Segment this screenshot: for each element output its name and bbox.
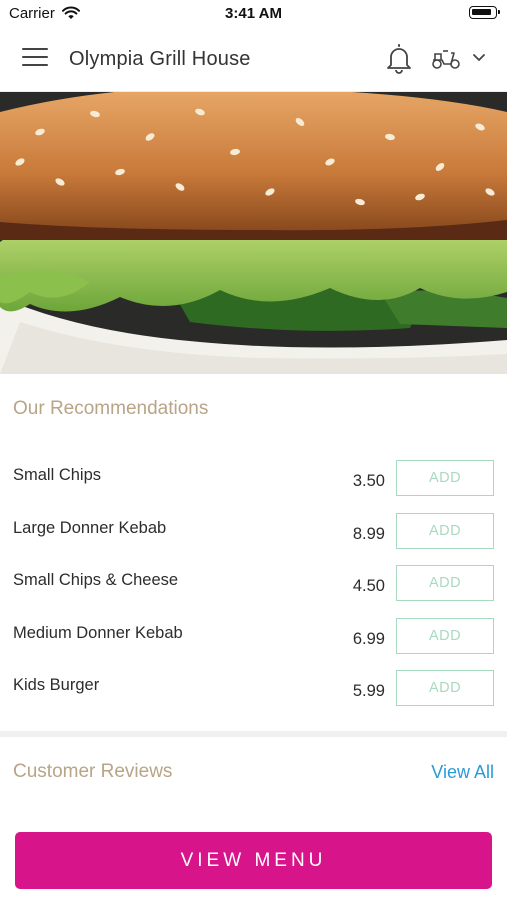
add-button[interactable]: ADD (396, 513, 494, 549)
view-all-link[interactable]: View All (431, 762, 494, 783)
item-name: Kids Burger (13, 676, 100, 694)
hero-image (0, 92, 507, 374)
item-name: Medium Donner Kebab (13, 624, 183, 642)
item-name: Small Chips (13, 466, 102, 484)
list-item: Medium Donner Kebab 6.99 ADD (0, 618, 507, 676)
section-divider (0, 731, 507, 737)
item-price: 6.99 (352, 630, 385, 648)
item-name: Small Chips & Cheese (13, 571, 179, 589)
page-title: Olympia Grill House (69, 48, 251, 70)
reviews-title: Customer Reviews (13, 761, 173, 782)
item-price: 3.50 (352, 472, 385, 490)
chevron-down-icon[interactable] (472, 53, 486, 62)
status-bar: Carrier 3:41 AM (0, 0, 507, 26)
add-button[interactable]: ADD (396, 565, 494, 601)
item-price: 4.50 (352, 577, 385, 595)
list-item: Small Chips & Cheese 4.50 ADD (0, 565, 507, 623)
app-header: Olympia Grill House (0, 26, 507, 92)
add-button[interactable]: ADD (396, 670, 494, 706)
clock: 3:41 AM (225, 5, 282, 22)
add-button[interactable]: ADD (396, 460, 494, 496)
list-item: Large Donner Kebab 8.99 ADD (0, 513, 507, 571)
list-item: Kids Burger 5.99 ADD (0, 670, 507, 728)
battery-icon (469, 6, 500, 19)
item-name: Large Donner Kebab (13, 519, 167, 537)
view-menu-button[interactable]: VIEW MENU (15, 832, 492, 889)
item-price: 8.99 (352, 525, 385, 543)
list-item: Small Chips 3.50 ADD (0, 460, 507, 518)
item-price: 5.99 (352, 682, 385, 700)
recommendations-title: Our Recommendations (13, 398, 209, 419)
menu-icon[interactable] (22, 48, 48, 70)
scooter-icon[interactable] (430, 45, 462, 71)
bell-icon[interactable] (384, 43, 414, 75)
add-button[interactable]: ADD (396, 618, 494, 654)
